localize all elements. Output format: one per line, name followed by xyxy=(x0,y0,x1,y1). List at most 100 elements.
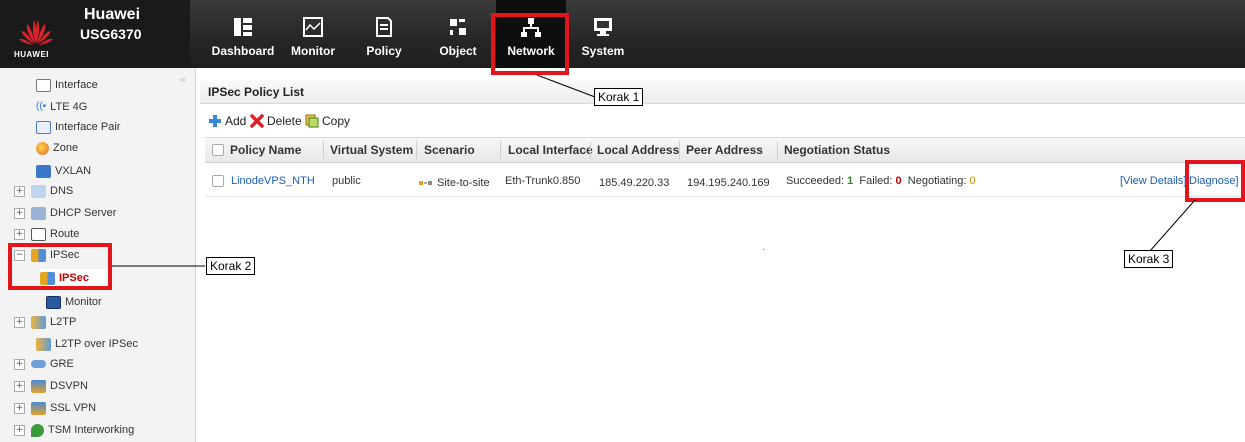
row-checkbox[interactable] xyxy=(212,175,224,187)
sidebar-item-monitor[interactable]: Monitor xyxy=(46,293,102,311)
dsvpn-icon xyxy=(31,379,46,393)
add-label: Add xyxy=(225,114,247,128)
system-icon xyxy=(594,18,612,36)
policy-name-link[interactable]: LinodeVPS_NTH xyxy=(231,175,315,187)
monitor-icon xyxy=(303,17,323,37)
nav-label: System xyxy=(581,44,625,58)
sidebar-item-route[interactable]: + Route xyxy=(14,225,79,243)
nav-system[interactable]: System xyxy=(572,0,634,68)
negotiation-status: Succeeded: 1 Failed: 0 Negotiating: 0 xyxy=(786,175,976,187)
failed-label: Failed: xyxy=(859,175,893,187)
sidebar-item-ssl-vpn[interactable]: + SSL VPN xyxy=(14,399,96,417)
copy-icon xyxy=(305,114,319,128)
sidebar-item-label: Interface xyxy=(55,79,98,91)
expand-icon[interactable]: + xyxy=(14,380,25,392)
device-model: USG6370 xyxy=(80,26,142,42)
sidebar-item-zone[interactable]: Zone xyxy=(36,139,78,157)
callout-korak-2: Korak 2 xyxy=(206,257,256,275)
sidebar-item-label: L2TP over IPSec xyxy=(55,338,138,350)
sidebar-item-label: DHCP Server xyxy=(50,207,117,219)
column-local-address[interactable]: Local Address xyxy=(597,143,679,157)
sidebar-item-vxlan[interactable]: VXLAN xyxy=(36,162,91,180)
sidebar-item-tsm-interworking[interactable]: + TSM Interworking xyxy=(14,421,134,439)
brand-area: HUAWEI Huawei USG6370 xyxy=(0,0,190,68)
negotiating-count: 0 xyxy=(969,175,976,187)
callout-korak-3: Korak 3 xyxy=(1124,250,1174,268)
sidebar-item-l2tp[interactable]: + L2TP xyxy=(14,313,76,331)
column-local-interface[interactable]: Local Interface xyxy=(508,143,593,157)
sidebar-item-label: TSM Interworking xyxy=(48,424,135,436)
brand-name: Huawei xyxy=(84,6,141,23)
expand-icon[interactable]: + xyxy=(14,185,25,197)
object-icon xyxy=(450,19,466,35)
sidebar-item-label: LTE 4G xyxy=(50,101,88,113)
column-scenario[interactable]: Scenario xyxy=(424,143,475,157)
expand-icon[interactable]: + xyxy=(14,402,25,414)
sidebar-item-label: VXLAN xyxy=(55,165,92,177)
negotiating-label: Negotiating: xyxy=(907,175,967,187)
expand-icon[interactable]: + xyxy=(14,316,25,328)
sidebar-item-label: SSL VPN xyxy=(50,402,97,414)
sidebar-item-gre[interactable]: + GRE xyxy=(14,355,74,373)
copy-button[interactable]: Copy xyxy=(305,114,350,128)
expand-icon[interactable]: + xyxy=(14,358,25,370)
add-icon xyxy=(209,115,221,127)
select-all-checkbox[interactable] xyxy=(212,144,224,156)
sidebar-item-label: DNS xyxy=(50,185,74,197)
monitor-icon xyxy=(46,295,61,309)
nav-monitor[interactable]: Monitor xyxy=(280,0,346,68)
nav-object[interactable]: Object xyxy=(430,0,486,68)
policy-icon xyxy=(376,17,392,37)
sidebar-item-label: Zone xyxy=(53,142,79,154)
sidebar-item-interface-pair[interactable]: Interface Pair xyxy=(36,118,120,136)
sidebar-item-label: Interface Pair xyxy=(55,121,121,133)
l2tp-icon xyxy=(31,315,46,329)
add-button[interactable]: Add xyxy=(208,114,246,128)
sidebar-item-label: Route xyxy=(50,228,80,240)
column-divider xyxy=(500,141,501,159)
collapse-sidebar-icon[interactable]: « xyxy=(180,74,186,86)
column-policy-name[interactable]: Policy Name xyxy=(230,143,301,157)
highlight-ipsec xyxy=(8,243,112,290)
nav-policy[interactable]: Policy xyxy=(356,0,412,68)
delete-icon xyxy=(250,114,264,128)
logo-text: HUAWEI xyxy=(14,50,49,59)
local-address-value: 185.49.220.33 xyxy=(599,177,670,189)
column-virtual-system[interactable]: Virtual System xyxy=(330,143,413,157)
vxlan-icon xyxy=(36,164,51,178)
page-title: IPSec Policy List xyxy=(208,85,305,99)
sidebar-item-interface[interactable]: Interface xyxy=(36,76,98,94)
expand-icon[interactable]: + xyxy=(14,228,25,240)
succeeded-label: Succeeded: xyxy=(786,175,845,187)
nav-dashboard[interactable]: Dashboard xyxy=(206,0,280,68)
tsm-icon xyxy=(31,423,44,437)
delete-button[interactable]: Delete xyxy=(250,114,302,128)
view-details-link[interactable]: [View Details] xyxy=(1120,175,1186,187)
sidebar-item-l2tp-over-ipsec[interactable]: L2TP over IPSec xyxy=(36,335,138,353)
sidebar-item-lte-4g[interactable]: ((• LTE 4G xyxy=(36,98,87,116)
scenario-value: Site-to-site xyxy=(419,177,490,189)
sidebar-item-dns[interactable]: + DNS xyxy=(14,182,73,200)
interface-icon xyxy=(36,78,51,92)
sidebar-item-dsvpn[interactable]: + DSVPN xyxy=(14,377,88,395)
gre-icon xyxy=(31,360,46,368)
highlight-network xyxy=(491,13,569,75)
expand-icon[interactable]: + xyxy=(14,207,25,219)
peer-address-value: 194.195.240.169 xyxy=(687,177,770,189)
column-negotiation-status[interactable]: Negotiation Status xyxy=(784,143,890,157)
route-icon xyxy=(31,227,46,241)
virtual-system-value: public xyxy=(332,175,361,187)
succeeded-count: 1 xyxy=(847,175,854,187)
column-divider xyxy=(679,141,680,159)
column-divider xyxy=(777,141,778,159)
expand-icon[interactable]: + xyxy=(14,424,25,436)
column-divider xyxy=(590,141,591,159)
sidebar-item-label: Monitor xyxy=(65,296,102,308)
sidebar-item-dhcp-server[interactable]: + DHCP Server xyxy=(14,204,116,222)
sidebar-item-label: DSVPN xyxy=(50,380,88,392)
sidebar-item-label: L2TP xyxy=(50,316,77,328)
local-interface-value: Eth-Trunk0.850 xyxy=(505,175,581,187)
column-peer-address[interactable]: Peer Address xyxy=(686,143,763,157)
nav-label: Policy xyxy=(366,44,402,58)
huawei-logo-icon xyxy=(19,20,53,45)
